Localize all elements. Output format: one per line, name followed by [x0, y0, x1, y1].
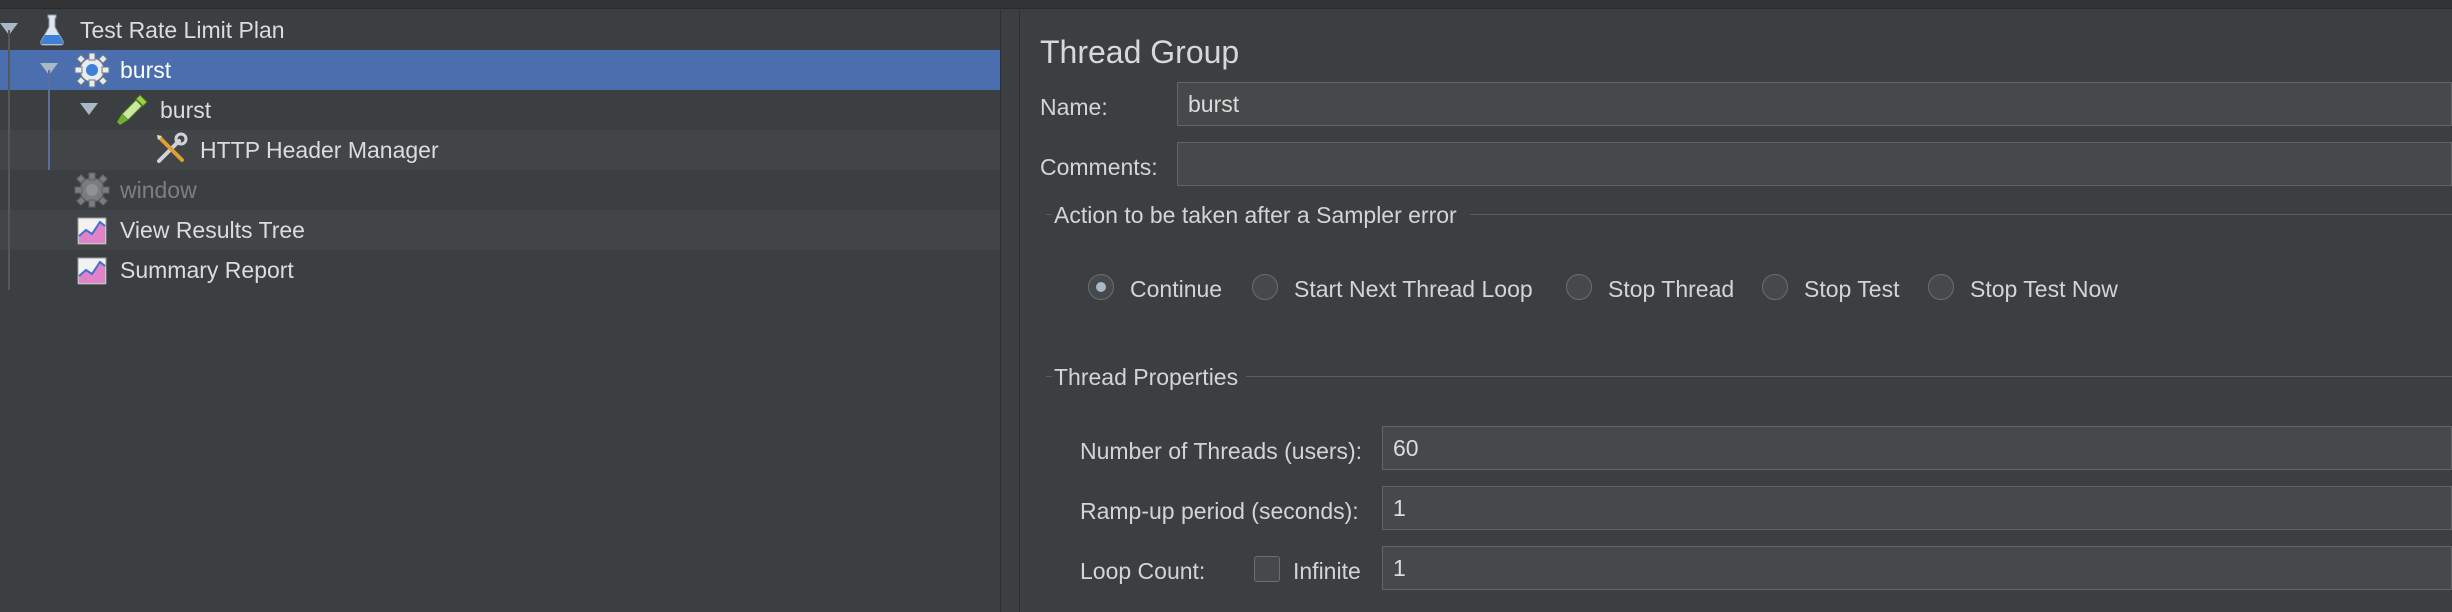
tree-item-test-plan[interactable]: Test Rate Limit Plan	[0, 10, 1000, 50]
test-plan-tree[interactable]: Test Rate Limit Plan burst burst HTTP He…	[0, 10, 1000, 612]
wrench-screwdriver-icon	[157, 132, 188, 163]
window-top-edge	[0, 0, 2452, 9]
thread-properties-section-title: Thread Properties	[1054, 364, 1239, 390]
radio-stop-test-now[interactable]	[1928, 274, 1954, 300]
expand-toggle-icon[interactable]	[80, 103, 98, 115]
radio-stop-test[interactable]	[1762, 274, 1788, 300]
tree-item-summary-report[interactable]: Summary Report	[0, 250, 1000, 290]
radio-label-continue: Continue	[1130, 276, 1223, 302]
thread-group-gear-icon	[74, 52, 110, 88]
section-border	[1046, 376, 1052, 377]
section-border	[1046, 214, 1052, 215]
rampup-label: Ramp-up period (seconds):	[1080, 498, 1359, 524]
loop-count-field[interactable]: 1	[1382, 546, 2452, 590]
radio-label-start-next-thread-loop: Start Next Thread Loop	[1294, 276, 1533, 302]
infinite-checkbox[interactable]	[1254, 556, 1280, 582]
chart-listener-icon	[77, 217, 107, 245]
chart-listener-icon	[77, 257, 107, 285]
threads-field[interactable]: 60	[1382, 426, 2452, 470]
pipette-sampler-icon	[117, 94, 148, 125]
tree-item-label: HTTP Header Manager	[200, 137, 439, 163]
tree-item-label: View Results Tree	[120, 217, 305, 243]
radio-label-stop-test: Stop Test	[1804, 276, 1900, 302]
section-border	[1470, 214, 2452, 215]
panel-title: Thread Group	[1040, 34, 1240, 70]
radio-label-stop-test-now: Stop Test Now	[1970, 276, 2118, 302]
tree-item-label: burst	[160, 97, 212, 123]
radio-stop-thread[interactable]	[1566, 274, 1592, 300]
tree-item-thread-group-burst[interactable]: burst	[0, 50, 1000, 90]
tree-item-http-header-manager[interactable]: HTTP Header Manager	[0, 130, 1000, 170]
thread-group-panel: Thread Group Name: burst Comments: Actio…	[1020, 10, 2452, 612]
tree-item-label: window	[120, 177, 197, 203]
tree-item-label: Test Rate Limit Plan	[80, 17, 285, 43]
tree-item-sampler-burst[interactable]: burst	[0, 90, 1000, 130]
threads-label: Number of Threads (users):	[1080, 438, 1363, 464]
name-field[interactable]: burst	[1177, 82, 2452, 126]
tree-item-label: Summary Report	[120, 257, 294, 283]
infinite-label: Infinite	[1293, 558, 1361, 584]
tree-guide-line	[8, 30, 10, 290]
loop-count-label: Loop Count:	[1080, 558, 1206, 584]
flask-icon	[40, 14, 64, 46]
thread-group-gear-icon	[74, 172, 110, 208]
tree-item-view-results-tree[interactable]: View Results Tree	[0, 210, 1000, 250]
comments-field[interactable]	[1177, 142, 2452, 186]
split-pane-divider[interactable]	[1000, 10, 1020, 612]
rampup-field[interactable]: 1	[1382, 486, 2452, 530]
radio-start-next-thread-loop[interactable]	[1252, 274, 1278, 300]
tree-item-thread-group-window[interactable]: window	[0, 170, 1000, 210]
tree-item-label: burst	[120, 57, 172, 83]
comments-label: Comments:	[1040, 154, 1158, 180]
tree-guide-line	[48, 70, 50, 170]
name-label: Name:	[1040, 94, 1108, 120]
section-border	[1246, 376, 2452, 377]
sampler-error-section-title: Action to be taken after a Sampler error	[1054, 202, 1457, 228]
radio-continue[interactable]	[1088, 274, 1114, 300]
radio-label-stop-thread: Stop Thread	[1608, 276, 1735, 302]
